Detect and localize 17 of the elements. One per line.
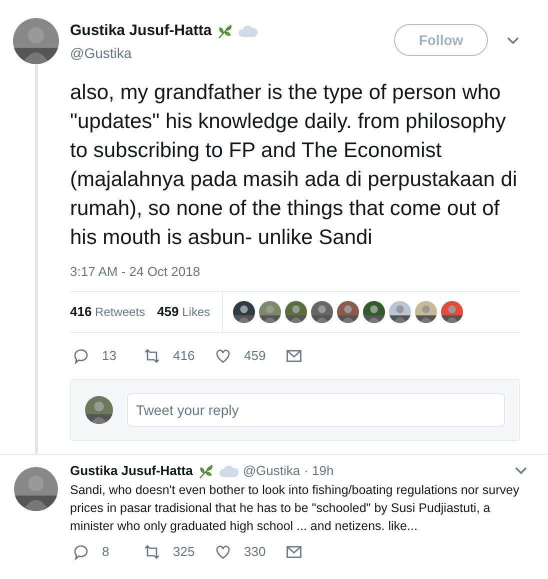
stat-link[interactable]: 416 Retweets <box>70 302 146 322</box>
author-handle[interactable]: @Gustika <box>242 461 300 480</box>
tweet-text: also, my grandfather is the type of person who "updates" his knowledge daily. from philosophy to subscribing to FP and The Economist (majalahnya pada masih ada di perpustakaan di rumah), so none of the things that come out of his mouth is asbun- unlike Sandi <box>70 80 518 250</box>
author-name[interactable]: Gustika Jusuf-Hatta <box>70 20 212 42</box>
timestamp[interactable]: 3:17 AM - 24 Oct 2018 <box>70 262 520 281</box>
stat-link[interactable]: 459 Likes <box>157 302 210 322</box>
author-name[interactable]: Gustika Jusuf-Hatta <box>70 461 193 480</box>
retweet-button[interactable]: 416 <box>143 346 214 366</box>
reply-text: Sandi, who doesn't even bother to look into fishing/boating regulations nor survey prices in pasar tradisional that he has to be "schooled" by Susi Pudjiastuti, a minister who only graduated high school ... and netizens. like... <box>70 482 520 534</box>
reply-button[interactable]: 8 <box>72 542 143 562</box>
time-ago[interactable]: · 19h <box>304 461 334 480</box>
reply-field[interactable]: Tweet your reply <box>127 393 505 427</box>
like-button[interactable]: 459 <box>214 346 285 366</box>
author-handle[interactable]: @Gustika <box>70 42 394 64</box>
reply-button[interactable]: 13 <box>72 346 143 366</box>
retweet-button[interactable]: 325 <box>143 542 214 562</box>
like-button[interactable]: 330 <box>214 542 285 562</box>
